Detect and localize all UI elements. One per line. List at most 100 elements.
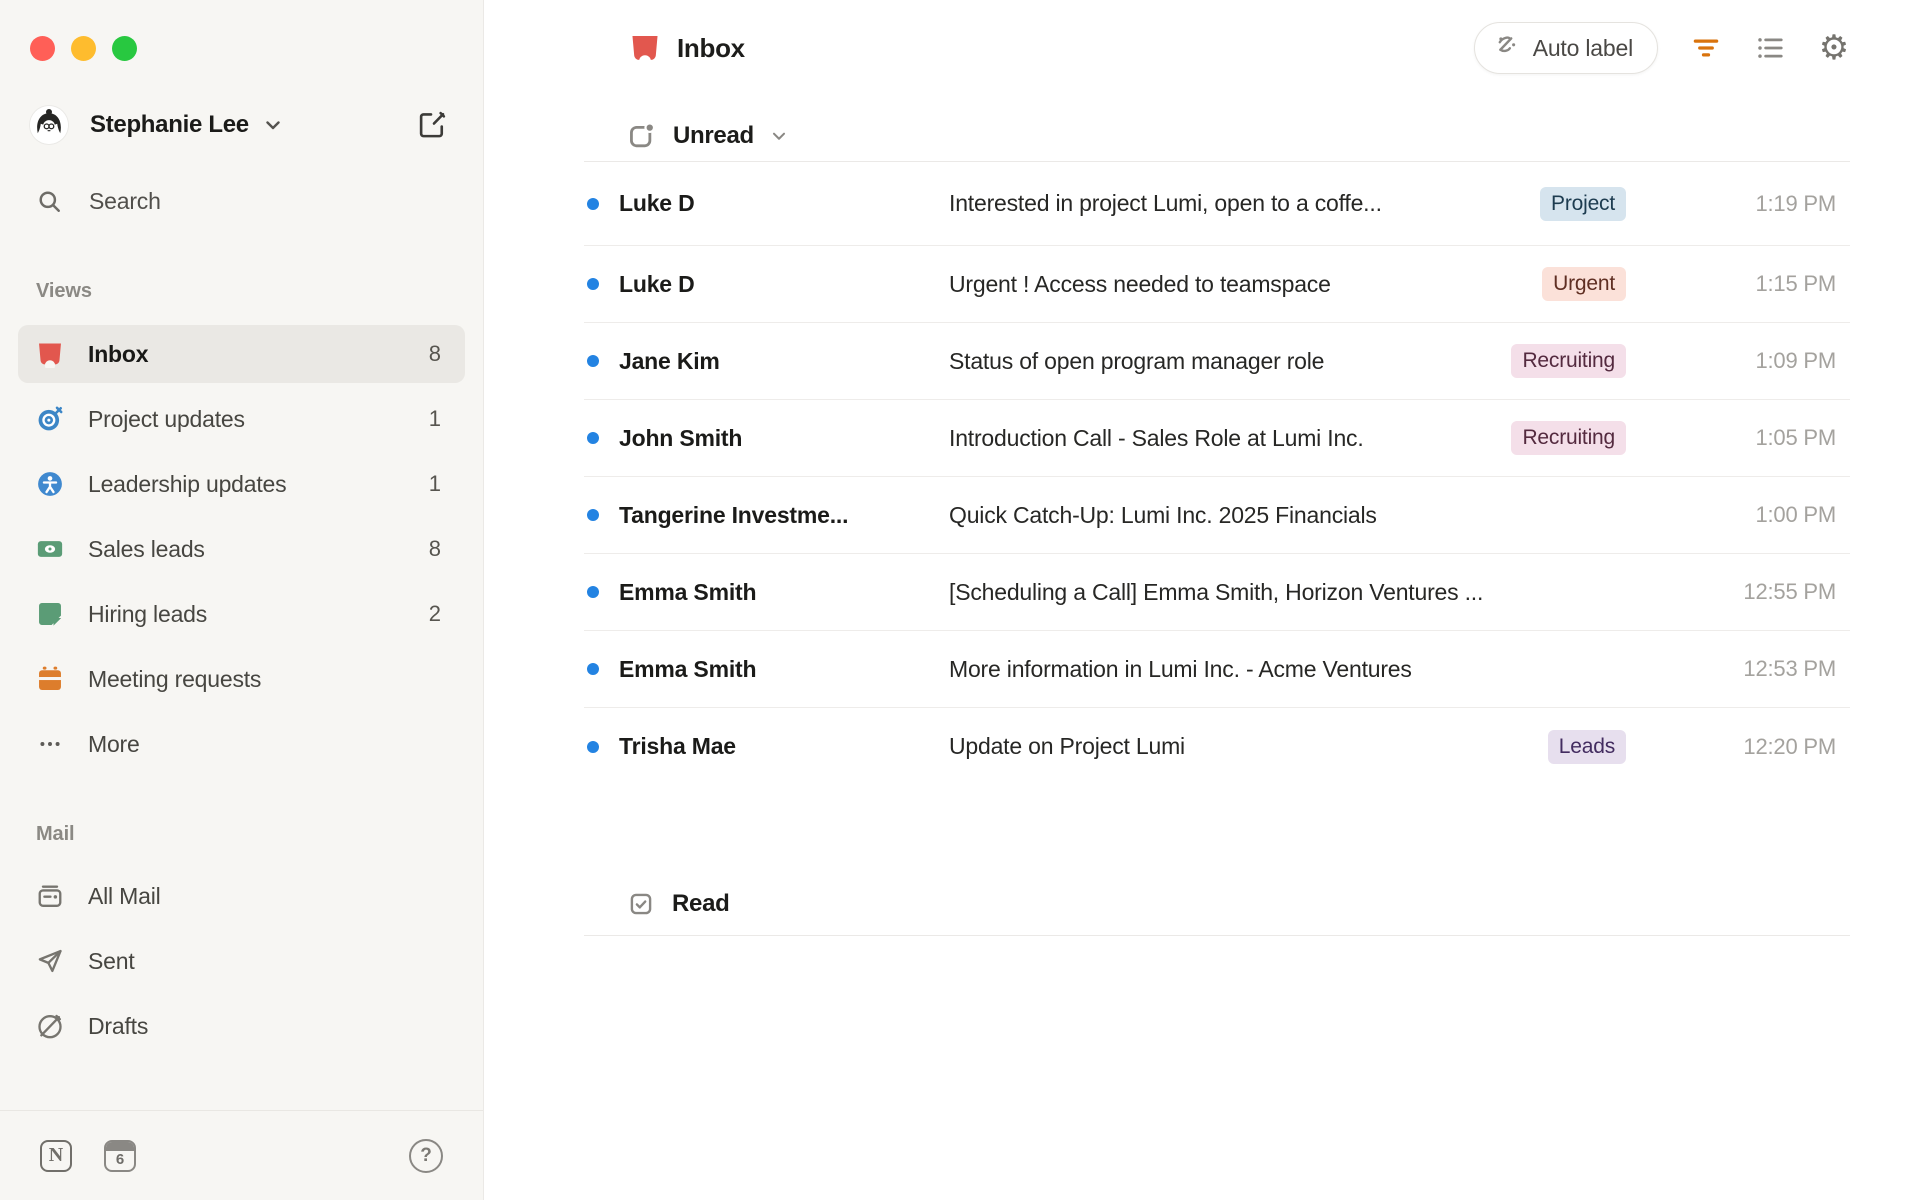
email-time: 12:55 PM <box>1743 579 1836 604</box>
unread-dot <box>587 509 599 521</box>
email-subject: Urgent ! Access needed to teamspace <box>949 270 1331 297</box>
person-circle-icon <box>36 470 64 498</box>
minimize-window-button[interactable] <box>71 36 96 61</box>
profile-name[interactable]: Stephanie Lee <box>90 111 249 139</box>
unread-dot <box>587 740 599 753</box>
email-sender: Emma Smith <box>619 655 757 682</box>
calendar-app-icon-header <box>106 1141 134 1151</box>
avatar[interactable] <box>30 106 68 144</box>
email-row[interactable]: Jane Kim Status of open program manager … <box>584 323 1850 400</box>
sidebar-item-count: 1 <box>428 406 441 431</box>
sidebar-item-count: 1 <box>428 471 441 496</box>
sidebar-item-sales-leads[interactable]: Sales leads 8 <box>18 520 465 578</box>
sidebar-item-count: 8 <box>428 341 441 366</box>
close-window-button[interactable] <box>30 36 55 61</box>
auto-label-button-label: Auto label <box>1532 34 1634 61</box>
list-view-button[interactable] <box>1754 32 1786 64</box>
email-sender: Trisha Mae <box>619 733 736 759</box>
email-sender: Luke D <box>619 190 695 216</box>
read-section-title: Read <box>672 890 730 917</box>
target-icon <box>36 405 64 433</box>
unread-dot <box>587 586 599 598</box>
email-row[interactable]: John Smith Introduction Call - Sales Rol… <box>584 400 1850 477</box>
email-row[interactable]: Emma Smith [Scheduling a Call] Emma Smit… <box>584 554 1850 631</box>
email-row[interactable]: Tangerine Investme... Quick Catch-Up: Lu… <box>584 477 1850 554</box>
header-controls: Auto label ⚙︎ <box>1473 22 1850 74</box>
unread-dot <box>587 432 599 444</box>
email-time: 1:05 PM <box>1755 425 1836 450</box>
email-row[interactable]: Luke D Interested in project Lumi, open … <box>584 162 1850 246</box>
compose-icon[interactable] <box>417 110 447 140</box>
email-row[interactable]: Trisha Mae Update on Project Lumi Leads … <box>584 708 1850 785</box>
window-controls <box>30 36 483 61</box>
email-label-badge: Urgent <box>1542 267 1626 301</box>
main-panel: Inbox Auto label ⚙︎ Unread Luke D Intere… <box>484 0 1920 1200</box>
sidebar-item-hiring-leads[interactable]: Hiring leads 2 <box>18 585 465 643</box>
sidebar-item-inbox[interactable]: Inbox 8 <box>18 325 465 383</box>
sidebar-item-meeting-requests[interactable]: Meeting requests <box>18 650 465 708</box>
sidebar-footer: N 6 ? <box>0 1110 483 1200</box>
search-button[interactable]: Search <box>36 179 447 223</box>
sidebar-item-leadership-updates[interactable]: Leadership updates 1 <box>18 455 465 513</box>
auto-label-scribble-icon <box>1493 33 1523 63</box>
sidebar-item-label: More <box>88 730 140 757</box>
email-subject: Status of open program manager role <box>949 347 1325 374</box>
email-subject: Introduction Call - Sales Role at Lumi I… <box>949 424 1364 451</box>
help-icon[interactable]: ? <box>409 1138 443 1173</box>
auto-label-button[interactable]: Auto label <box>1473 22 1658 74</box>
settings-button[interactable]: ⚙︎ <box>1818 28 1850 68</box>
inbox-icon <box>36 340 64 368</box>
email-sender: Luke D <box>619 270 695 297</box>
notion-logo-icon[interactable]: N <box>40 1139 72 1172</box>
checkbox-checked-icon <box>628 891 654 917</box>
email-time: 12:53 PM <box>1743 656 1836 681</box>
sidebar-item-label: Project updates <box>88 405 245 432</box>
zoom-window-button[interactable] <box>112 36 137 61</box>
divider <box>584 935 1850 936</box>
sidebar: Stephanie Lee Search Views Inbox 8 Proje… <box>0 0 484 1200</box>
email-sender: Jane Kim <box>619 347 720 374</box>
unread-dot <box>587 278 599 290</box>
filter-button[interactable] <box>1690 32 1722 64</box>
views-nav-list: Inbox 8 Project updates 1 Leadership upd… <box>18 325 465 773</box>
page-title: Inbox <box>677 32 745 63</box>
chevron-down-icon[interactable] <box>768 125 790 147</box>
chevron-down-icon[interactable] <box>261 113 285 137</box>
gear-icon: ⚙︎ <box>1818 28 1850 68</box>
email-sender: John Smith <box>619 424 743 451</box>
unread-dot <box>587 197 599 210</box>
email-time: 12:20 PM <box>1743 733 1836 759</box>
calendar-app-icon-day: 6 <box>115 1150 125 1168</box>
sidebar-item-label: Inbox <box>88 340 149 367</box>
inbox-icon <box>629 32 661 64</box>
unread-dot <box>587 663 599 675</box>
sidebar-item-more[interactable]: More <box>18 715 465 773</box>
unread-dot <box>587 355 599 367</box>
sidebar-item-label: Sales leads <box>88 535 205 562</box>
sidebar-item-sent[interactable]: Sent <box>18 932 465 990</box>
email-subject: Update on Project Lumi <box>949 733 1185 759</box>
email-label-badge: Recruiting <box>1511 344 1626 378</box>
email-label-badge: Leads <box>1547 729 1626 764</box>
email-row[interactable]: Luke D Urgent ! Access needed to teamspa… <box>584 246 1850 323</box>
sidebar-item-project-updates[interactable]: Project updates 1 <box>18 390 465 448</box>
email-time: 1:09 PM <box>1755 348 1836 373</box>
views-section-label: Views <box>36 280 92 302</box>
calendar-app-icon[interactable]: 6 <box>104 1139 136 1172</box>
unread-section-header[interactable]: Unread <box>584 114 1850 158</box>
search-icon <box>36 188 63 215</box>
unread-section-title: Unread <box>673 122 754 149</box>
email-sender: Emma Smith <box>619 578 757 605</box>
sidebar-item-drafts[interactable]: Drafts <box>18 997 465 1055</box>
email-subject: More information in Lumi Inc. - Acme Ven… <box>949 655 1412 682</box>
read-section-header[interactable]: Read <box>584 879 1850 929</box>
pencil-circle-icon <box>36 1012 64 1040</box>
sidebar-item-all-mail[interactable]: All Mail <box>18 867 465 925</box>
email-subject: Interested in project Lumi, open to a co… <box>949 190 1382 216</box>
sidebar-item-count: 2 <box>428 601 441 626</box>
email-time: 1:15 PM <box>1755 271 1836 296</box>
note-icon <box>36 600 64 628</box>
money-bill-icon <box>36 535 64 563</box>
email-row[interactable]: Emma Smith More information in Lumi Inc.… <box>584 631 1850 708</box>
sidebar-item-label: Drafts <box>88 1012 149 1039</box>
